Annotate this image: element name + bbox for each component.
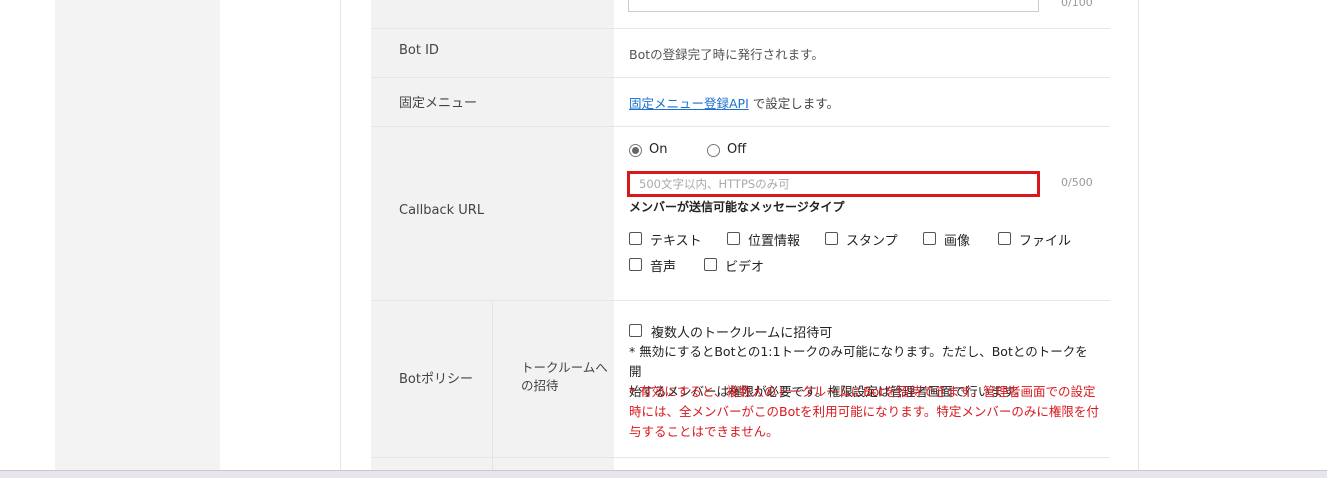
- policy-note-line: * 無効にするとBotとの1:1トークのみ可能になります。ただし、Botとのトー…: [629, 344, 1088, 379]
- row-bot-policy: Botポリシー トークルームへ の招待 複数人のトークルームに招待可 * 無効にす…: [371, 301, 1110, 458]
- policy-warning-line: 時には、全メンバーがこのBotを利用可能になります。特定メンバーのみに権限を付: [629, 404, 1099, 419]
- policy-warning: * 有効にすると、複数人のトークルームにBotを招待できます。管理者画面での設定…: [629, 382, 1099, 442]
- message-type-image-label: 画像: [944, 234, 971, 249]
- bot-id-value: Botの登録完了時に発行されます。: [629, 47, 824, 62]
- window-bottom-bar: [0, 470, 1327, 478]
- talkroom-invite-label-line1: トークルームへ: [521, 360, 608, 375]
- message-type-sticker-checkbox[interactable]: [825, 232, 838, 245]
- callback-off-label: Off: [727, 142, 747, 157]
- sub-label-divider: [492, 458, 493, 470]
- message-type-location-checkbox[interactable]: [727, 232, 740, 245]
- fixed-menu-label: 固定メニュー: [399, 96, 478, 111]
- policy-warning-line: 与することはできません。: [629, 424, 779, 439]
- fixed-menu-suffix: で設定します。: [748, 96, 840, 111]
- multi-talkroom-invite-checkbox[interactable]: [629, 324, 642, 337]
- callback-url-label: Callback URL: [399, 203, 485, 218]
- message-type-image-checkbox[interactable]: [923, 232, 936, 245]
- message-type-file-checkbox[interactable]: [998, 232, 1011, 245]
- callback-on-label: On: [649, 142, 668, 157]
- row-top-field: 0/100: [371, 0, 1110, 29]
- left-sidebar: [55, 0, 220, 470]
- value-cell: 0/100: [614, 0, 1110, 28]
- char-counter: 0/100: [1061, 0, 1093, 9]
- bot-policy-label: Botポリシー: [399, 372, 473, 387]
- message-type-video-label: ビデオ: [725, 260, 765, 275]
- message-type-text-label: テキスト: [650, 234, 702, 249]
- card-border: [1138, 0, 1139, 470]
- callback-char-counter: 0/500: [1061, 176, 1093, 189]
- talkroom-invite-label: トークルームへ の招待: [521, 359, 608, 395]
- fixed-menu-value: 固定メニュー登録API で設定します。: [629, 93, 839, 112]
- message-type-location-label: 位置情報: [748, 234, 801, 249]
- bot-id-label: Bot ID: [399, 43, 439, 58]
- value-cell: On Off 0/500 メンバーが送信可能なメッセージタイプ テキスト 位置情…: [614, 127, 1110, 300]
- label-cell: [371, 458, 614, 470]
- message-types-title: メンバーが送信可能なメッセージタイプ: [629, 200, 845, 214]
- multi-talkroom-invite-label: 複数人のトークルームに招待可: [651, 326, 833, 341]
- row-callback-url: Callback URL On Off 0/500 メンバーが送信可能なメッセー…: [371, 127, 1110, 301]
- message-type-sticker-label: スタンプ: [846, 234, 898, 249]
- label-cell: [371, 0, 614, 28]
- label-cell: Callback URL: [371, 127, 614, 300]
- label-cell: Bot ID: [371, 29, 614, 77]
- row-bot-id: Bot ID Botの登録完了時に発行されます。: [371, 29, 1110, 78]
- row-fixed-menu: 固定メニュー 固定メニュー登録API で設定します。: [371, 78, 1110, 127]
- label-cell: 固定メニュー: [371, 78, 614, 126]
- message-type-file-label: ファイル: [1019, 234, 1072, 249]
- row-next-partial: [371, 458, 1110, 470]
- value-cell: Botの登録完了時に発行されます。: [614, 29, 1110, 77]
- top-text-input[interactable]: [628, 0, 1039, 12]
- card-border: [340, 0, 341, 470]
- message-type-audio-checkbox[interactable]: [629, 258, 642, 271]
- message-type-audio-label: 音声: [650, 260, 677, 275]
- label-cell: Botポリシー トークルームへ の招待: [371, 301, 614, 457]
- message-type-video-checkbox[interactable]: [704, 258, 717, 271]
- message-type-text-checkbox[interactable]: [629, 232, 642, 245]
- sub-label-cell: トークルームへ の招待: [492, 301, 614, 457]
- callback-url-input[interactable]: [627, 171, 1040, 197]
- value-cell: 複数人のトークルームに招待可 * 無効にするとBotとの1:1トークのみ可能にな…: [614, 301, 1110, 457]
- callback-on-radio[interactable]: [629, 144, 642, 157]
- fixed-menu-api-link[interactable]: 固定メニュー登録API: [629, 96, 749, 111]
- policy-warning-line: * 有効にすると、複数人のトークルームにBotを招待できます。管理者画面での設定: [629, 384, 1096, 399]
- talkroom-invite-label-line2: の招待: [521, 378, 559, 393]
- value-cell: 固定メニュー登録API で設定します。: [614, 78, 1110, 126]
- callback-off-radio[interactable]: [707, 144, 720, 157]
